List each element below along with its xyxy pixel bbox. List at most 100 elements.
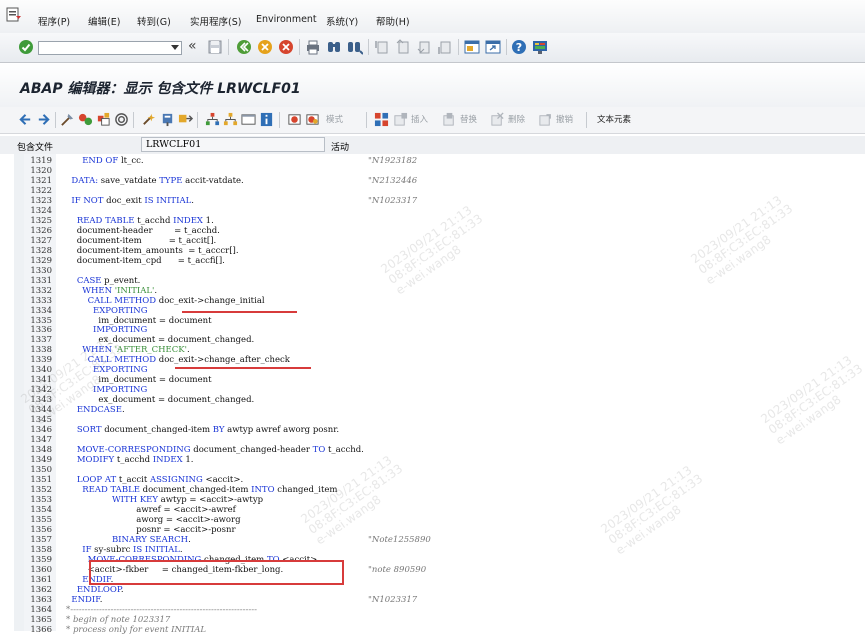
insert-icon[interactable] xyxy=(393,112,408,127)
code-line[interactable]: 1325 READ TABLE t_acchd INDEX 1. xyxy=(0,216,865,226)
code-line[interactable]: 1320 xyxy=(0,166,865,176)
code-line[interactable]: 1353 WITH KEY awtyp = <accit>-awtyp xyxy=(0,495,865,505)
delete-label[interactable]: 删除 xyxy=(508,113,525,125)
code-line[interactable]: 1350 xyxy=(0,465,865,475)
fullscreen-icon[interactable] xyxy=(241,112,256,127)
code-line[interactable]: 1342 IMPORTING xyxy=(0,385,865,395)
print-icon[interactable] xyxy=(305,39,321,55)
where-used-icon[interactable] xyxy=(160,112,175,127)
menu-help[interactable]: 帮助(H) xyxy=(376,14,410,28)
code-editor[interactable]: 1319 END OF lt_cc. "N1923182 1320 1321 DATA… xyxy=(0,154,865,635)
code-line[interactable]: 1322 xyxy=(0,186,865,196)
menu-utilities[interactable]: 实用程序(S) xyxy=(190,14,241,28)
replace-icon[interactable] xyxy=(442,112,457,127)
code-line[interactable]: 1340 EXPORTING xyxy=(0,365,865,375)
code-line[interactable]: 1345 xyxy=(0,415,865,425)
code-line[interactable]: 1366 * process only for event INITIAL xyxy=(0,625,865,635)
menu-system[interactable]: 系统(Y) xyxy=(326,14,358,28)
undo-icon[interactable] xyxy=(538,112,553,127)
next-page-icon[interactable] xyxy=(416,39,432,55)
exit-icon[interactable] xyxy=(257,39,273,55)
code-line[interactable]: 1323 IF NOT doc_exit IS INITIAL. "N102331… xyxy=(0,196,865,206)
code-line[interactable]: 1326 document-header = t_acchd. xyxy=(0,226,865,236)
code-line[interactable]: 1363 ENDIF. "N1023317 xyxy=(0,595,865,605)
shortcut-icon[interactable] xyxy=(485,39,501,55)
code-line[interactable]: 1332 WHEN 'INITIAL'. xyxy=(0,286,865,296)
code-line[interactable]: 1339 CALL METHOD doc_exit->change_after_… xyxy=(0,355,865,365)
object-list-icon[interactable] xyxy=(178,112,193,127)
save-icon[interactable] xyxy=(207,39,223,55)
mode-label[interactable]: 模式 xyxy=(326,113,343,125)
code-line[interactable]: 1352 READ TABLE document_changed-item IN… xyxy=(0,485,865,495)
code-line[interactable]: 1364 *-----------------------------------… xyxy=(0,605,865,615)
text-elements-button[interactable]: 文本元素 xyxy=(597,113,631,125)
code-line[interactable]: 1341 im_document = document xyxy=(0,375,865,385)
cancel-icon[interactable] xyxy=(278,39,294,55)
code-line[interactable]: 1348 MOVE-CORRESPONDING document_changed… xyxy=(0,445,865,455)
code-line[interactable]: 1327 document-item = t_accit[]. xyxy=(0,236,865,246)
include-name-field[interactable]: LRWCLF01 xyxy=(141,137,325,152)
code-line[interactable]: 1334 EXPORTING xyxy=(0,306,865,316)
code-line[interactable]: 1358 IF sy-subrc IS INITIAL. xyxy=(0,545,865,555)
code-line[interactable]: 1354 awref = <accit>-awref xyxy=(0,505,865,515)
code-line[interactable]: 1347 xyxy=(0,435,865,445)
find-icon[interactable] xyxy=(326,39,342,55)
pattern-icon[interactable] xyxy=(374,112,389,127)
last-page-icon[interactable] xyxy=(437,39,453,55)
code-line[interactable]: 1351 LOOP AT t_accit ASSIGNING <accit>. xyxy=(0,475,865,485)
code-line[interactable]: 1365 * begin of note 1023317 xyxy=(0,615,865,625)
code-line[interactable]: 1344 ENDCASE. xyxy=(0,405,865,415)
code-line[interactable]: 1338 WHEN 'AFTER_CHECK'. xyxy=(0,345,865,355)
navigation-window-icon[interactable] xyxy=(205,112,220,127)
code-line[interactable]: 1319 END OF lt_cc. "N1923182 xyxy=(0,156,865,166)
info-icon[interactable] xyxy=(259,112,274,127)
chevron-down-icon[interactable] xyxy=(171,45,179,50)
previous-page-icon[interactable] xyxy=(395,39,411,55)
code-line[interactable]: 1333 CALL METHOD doc_exit->change_initia… xyxy=(0,296,865,306)
session-breakpoint-icon[interactable] xyxy=(305,112,320,127)
command-field[interactable] xyxy=(38,41,182,55)
menu-edit[interactable]: 编辑(E) xyxy=(88,14,120,28)
undo-label[interactable]: 撤销 xyxy=(556,113,573,125)
code-line[interactable]: 1336 IMPORTING xyxy=(0,325,865,335)
insert-label[interactable]: 插入 xyxy=(411,113,428,125)
help-icon[interactable]: ? xyxy=(511,39,527,55)
code-line[interactable]: 1335 im_document = document xyxy=(0,316,865,326)
code-line[interactable]: 1328 document-item_amounts = t_acccr[]. xyxy=(0,246,865,256)
hierarchy-icon[interactable] xyxy=(223,112,238,127)
activate-icon[interactable] xyxy=(141,112,156,127)
code-line[interactable]: 1331 CASE p_event. xyxy=(0,276,865,286)
other-object-icon[interactable] xyxy=(96,112,111,127)
menu-environment[interactable]: Environment xyxy=(256,14,317,25)
code-line[interactable]: 1356 posnr = <accit>-posnr xyxy=(0,525,865,535)
check-syntax-icon[interactable] xyxy=(114,112,129,127)
code-line[interactable]: 1346 SORT document_changed-item BY awtyp… xyxy=(0,425,865,435)
active-inactive-icon[interactable] xyxy=(78,112,93,127)
code-line[interactable]: 1357 BINARY SEARCH. "Note1255890 xyxy=(0,535,865,545)
first-page-icon[interactable] xyxy=(374,39,390,55)
find-next-icon[interactable] xyxy=(347,39,363,55)
arrow-left-icon[interactable] xyxy=(18,112,33,127)
new-session-icon[interactable] xyxy=(464,39,480,55)
set-breakpoint-icon[interactable] xyxy=(287,112,302,127)
customize-layout-icon[interactable] xyxy=(532,39,548,55)
code-line[interactable]: 1337 ex_document = document_changed. xyxy=(0,335,865,345)
code-line[interactable]: 1324 xyxy=(0,206,865,216)
arrow-right-icon[interactable] xyxy=(36,112,51,127)
code-line[interactable]: 1329 document-item_cpd = t_accfi[]. xyxy=(0,256,865,266)
collapse-icon[interactable]: « xyxy=(188,38,204,54)
menu-goto[interactable]: 转到(G) xyxy=(137,14,171,28)
confirm-icon[interactable] xyxy=(18,39,34,55)
code-line[interactable]: 1343 ex_document = document_changed. xyxy=(0,395,865,405)
code-line[interactable]: 1321 DATA: save_vatdate TYPE accit-vatda… xyxy=(0,176,865,186)
replace-label[interactable]: 替换 xyxy=(460,113,477,125)
menu-program[interactable]: 程序(P) xyxy=(38,14,70,28)
code-line[interactable]: 1355 aworg = <accit>-aworg xyxy=(0,515,865,525)
exit-menu-icon[interactable] xyxy=(6,7,22,23)
code-line[interactable]: 1330 xyxy=(0,266,865,276)
delete-icon[interactable] xyxy=(490,112,505,127)
display-change-icon[interactable] xyxy=(60,112,75,127)
code-line[interactable]: 1362 ENDLOOP. xyxy=(0,585,865,595)
code-line[interactable]: 1349 MODIFY t_acchd INDEX 1. xyxy=(0,455,865,465)
back-icon[interactable] xyxy=(236,39,252,55)
